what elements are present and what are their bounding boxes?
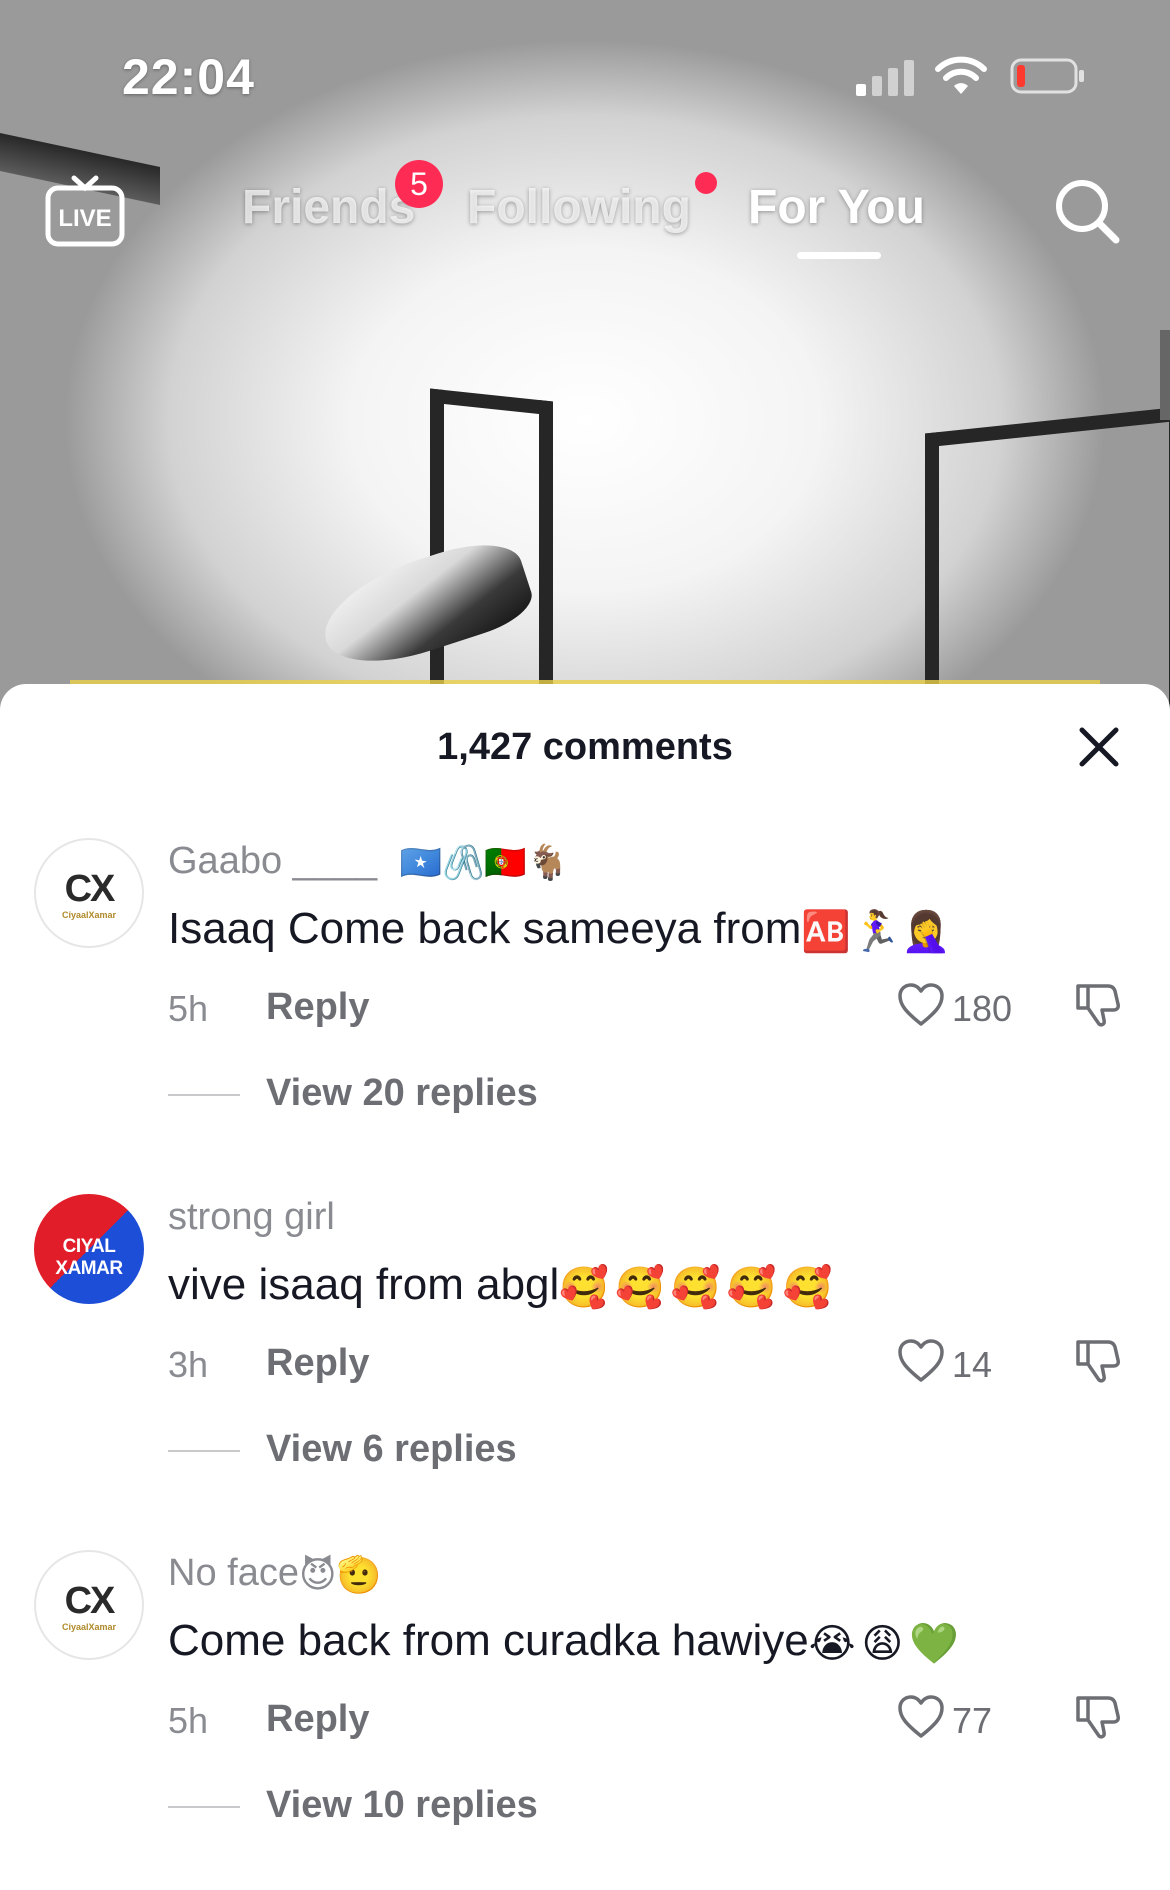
like-count: 77 [952, 1700, 993, 1741]
comments-count-title: 1,427 comments [437, 726, 733, 768]
view-replies-button[interactable]: View 10 replies [266, 1784, 538, 1827]
heart-icon[interactable] [896, 1336, 946, 1386]
avatar[interactable]: CIYAL XAMAR [34, 1194, 144, 1304]
wifi-icon [935, 56, 987, 94]
tab-following[interactable]: Following [467, 180, 691, 235]
comment-username[interactable]: strong girl [168, 1196, 335, 1239]
comment-body: vive isaaq from abgl [168, 1260, 560, 1309]
username-text: strong girl [168, 1196, 335, 1238]
video-wall-mark [1160, 330, 1170, 420]
replies-divider [168, 1094, 240, 1096]
comment-body: Come back from curadka hawiye [168, 1616, 809, 1665]
comment-username[interactable]: Gaabo ____ 🇸🇴🖇️🇵🇹🐐 [168, 840, 569, 883]
like-count: 180 [952, 988, 1013, 1029]
comment-item: CX CiyaalXamar Gaabo ____ 🇸🇴🖇️🇵🇹🐐 Isaaq … [0, 838, 1170, 1178]
avatar-logo-text: CIYAL XAMAR [55, 1236, 123, 1279]
comment-text: Come back from curadka hawiye😭😩💚 [168, 1616, 965, 1667]
battery-icon [1010, 58, 1084, 94]
avatar-logo-text: CX [64, 868, 116, 910]
friends-notification-badge: 5 [395, 160, 443, 208]
following-unread-dot [695, 172, 717, 194]
top-nav: LIVE Friends 5 Following For You [0, 160, 1170, 280]
comments-sheet: 1,427 comments CX CiyaalXamar Gaabo ____… [0, 684, 1170, 1883]
like-count: 14 [952, 1344, 993, 1385]
avatar-logo-subtext: CiyaalXamar [61, 1622, 117, 1632]
comment-text: vive isaaq from abgl🥰🥰🥰🥰🥰 [168, 1260, 838, 1311]
comment-emojis: 🆎🏃‍♀️🤦‍♀️ [801, 909, 951, 954]
comment-body: Isaaq Come back sameeya from [168, 904, 802, 953]
reply-button[interactable]: Reply [266, 1342, 369, 1385]
avatar[interactable]: CX CiyaalXamar [34, 1550, 144, 1660]
live-label: LIVE [58, 205, 111, 232]
dislike-icon[interactable] [1072, 1692, 1122, 1742]
username-text: No face [168, 1552, 299, 1594]
comment-emojis: 🥰🥰🥰🥰🥰 [559, 1265, 839, 1310]
avatar[interactable]: CX CiyaalXamar [34, 838, 144, 948]
comment-timestamp: 5h [168, 1700, 209, 1741]
search-icon[interactable] [1050, 174, 1122, 246]
comment-username[interactable]: No face😈🫡 [168, 1552, 381, 1596]
view-replies-button[interactable]: View 20 replies [266, 1072, 538, 1115]
status-bar: 22:04 [0, 0, 1170, 160]
username-emojis: 😈🫡 [298, 1553, 382, 1595]
tab-for-you[interactable]: For You [748, 180, 925, 235]
live-tv-icon[interactable]: LIVE [44, 170, 126, 250]
comment-item: CX CiyaalXamar No face😈🫡 Come back from … [0, 1550, 1170, 1890]
username-emojis: 🇸🇴🖇️🇵🇹🐐 [399, 843, 570, 882]
comment-text: Isaaq Come back sameeya from🆎🏃‍♀️🤦‍♀️ [168, 904, 951, 955]
tab-friends[interactable]: Friends [242, 180, 415, 235]
view-replies-button[interactable]: View 6 replies [266, 1428, 517, 1471]
replies-divider [168, 1806, 240, 1808]
heart-icon[interactable] [896, 980, 946, 1030]
username-text: Gaabo ____ [168, 840, 378, 882]
dislike-icon[interactable] [1072, 980, 1122, 1030]
heart-icon[interactable] [896, 1692, 946, 1742]
comment-timestamp: 5h [168, 988, 209, 1029]
status-time: 22:04 [122, 49, 255, 105]
avatar-logo-subtext: CiyaalXamar [61, 910, 117, 920]
close-icon[interactable] [1074, 722, 1124, 772]
active-tab-indicator [797, 252, 881, 259]
comment-timestamp: 3h [168, 1344, 209, 1385]
cellular-signal-icon [856, 60, 914, 96]
comment-emojis: 😭😩💚 [808, 1621, 965, 1666]
reply-button[interactable]: Reply [266, 986, 369, 1029]
comment-item: CIYAL XAMAR strong girl vive isaaq from … [0, 1194, 1170, 1534]
dislike-icon[interactable] [1072, 1336, 1122, 1386]
reply-button[interactable]: Reply [266, 1698, 369, 1741]
replies-divider [168, 1450, 240, 1452]
avatar-logo-text: CX [64, 1580, 116, 1622]
